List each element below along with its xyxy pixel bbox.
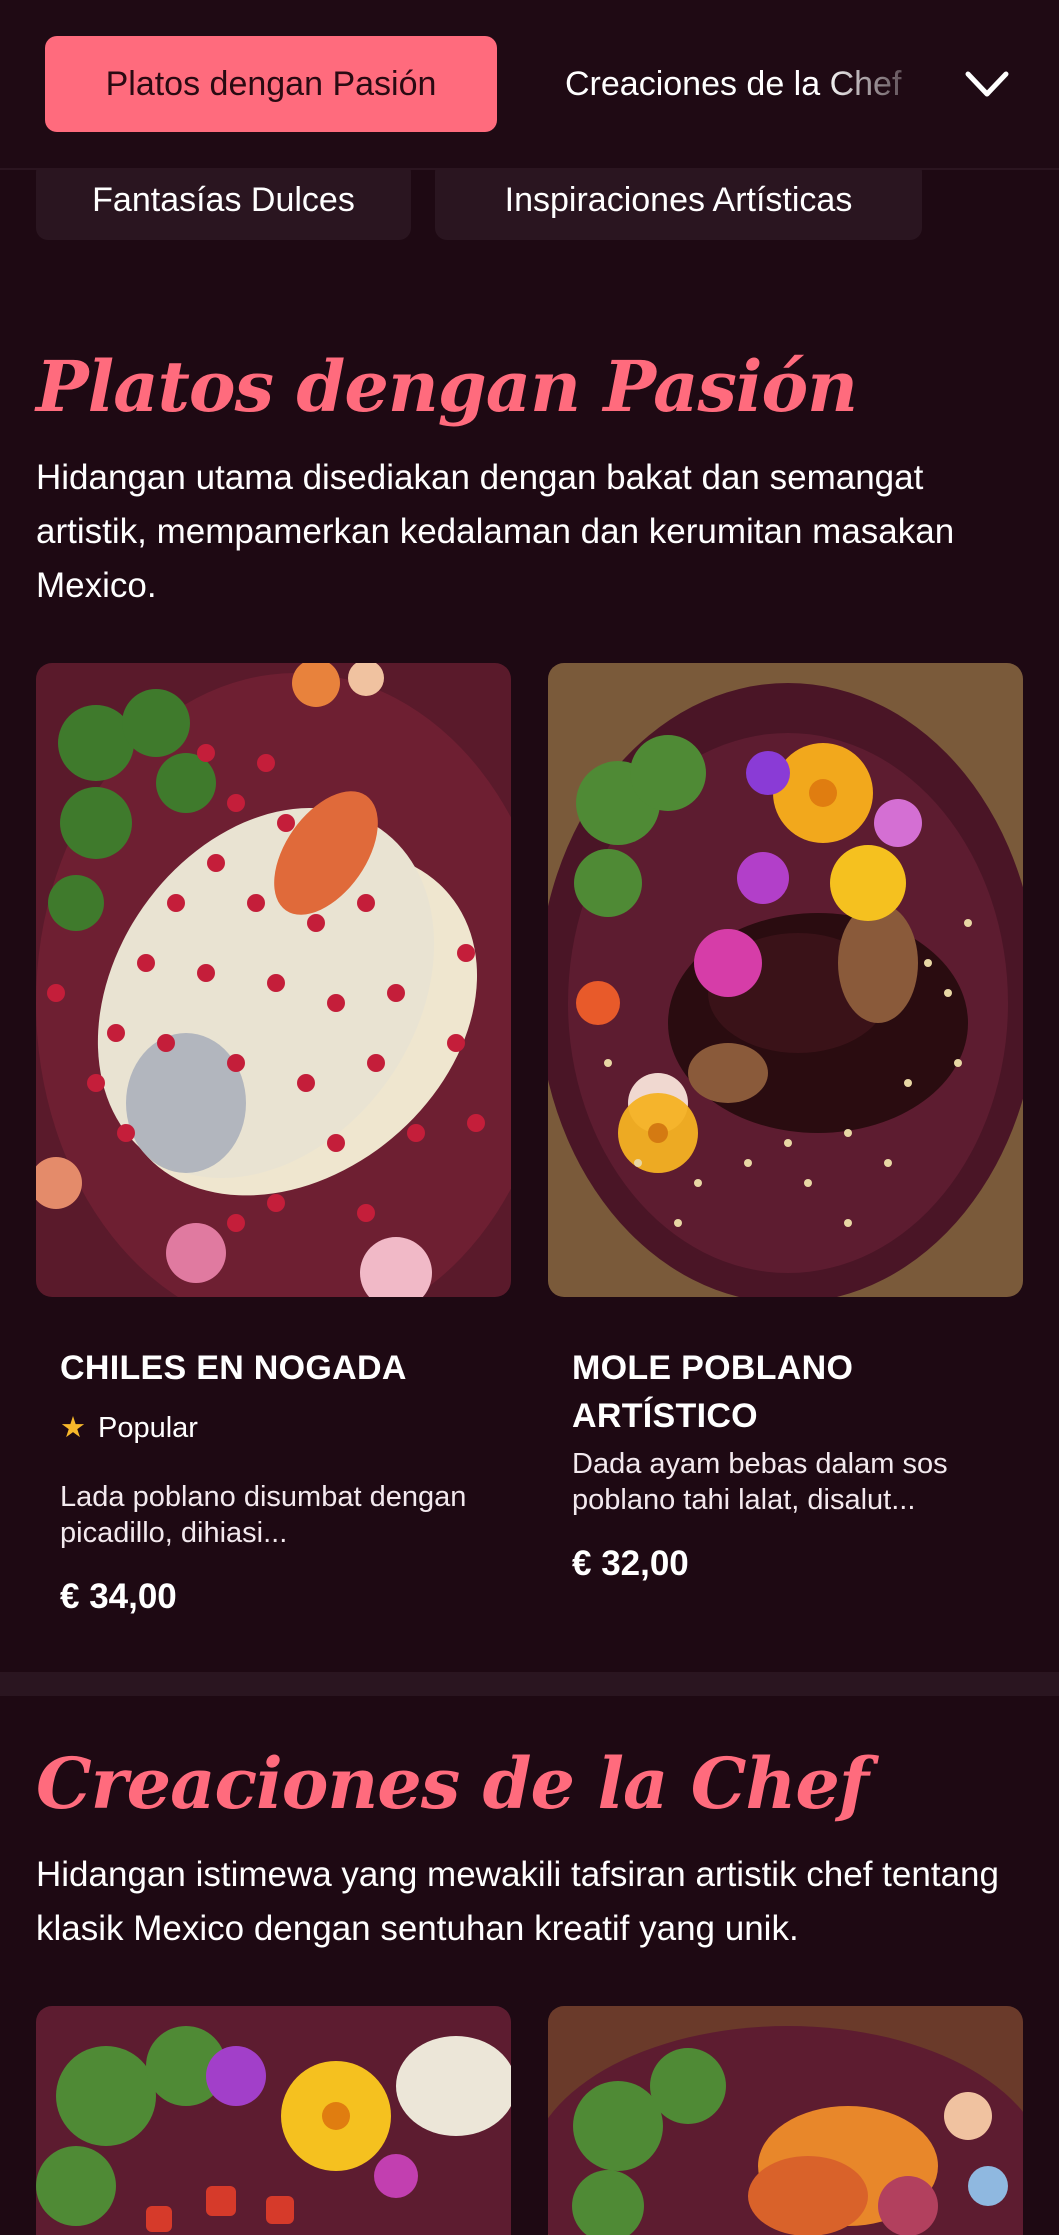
category-pill-fantasias[interactable]: Fantasías Dulces [36,160,411,240]
dish-price: € 32,00 [572,1544,689,1583]
section-description: Hidangan istimewa yang mewakili tafsiran… [36,1855,999,1948]
section-title: Creaciones de la Chef [36,1742,869,1825]
badge-label: Popular [98,1412,198,1444]
dish-image-mole[interactable] [548,663,1023,1297]
section-divider [0,1672,1059,1696]
dish-image-chiles[interactable] [36,663,511,1297]
dish-image-chef-2[interactable] [548,2006,1023,2235]
dish-image-chef-1[interactable] [36,2006,511,2235]
section-description: Hidangan utama disediakan dengan bakat d… [36,458,955,605]
category-pill-creaciones[interactable]: Creaciones de la Chef [565,36,935,132]
dish-description: Dada ayam bebas dalam sos poblano tahi l… [572,1448,948,1516]
category-pill-platos[interactable]: Platos dengan Pasión [45,36,497,132]
category-pill-inspiraciones[interactable]: Inspiraciones Artísticas [435,160,922,240]
chevron-down-icon[interactable] [962,62,1012,106]
dish-description: Lada poblano disumbat dengan picadillo, … [60,1481,467,1549]
dish-name[interactable]: MOLE POBLANO ARTÍSTICO [572,1344,992,1440]
category-nav: Platos dengan Pasión Creaciones de la Ch… [0,0,1059,170]
star-icon: ★ [60,1412,86,1444]
popular-badge: ★ Popular [60,1410,198,1445]
section-title: Platos dengan Pasión [36,345,858,428]
dish-name[interactable]: CHILES EN NOGADA [60,1344,480,1392]
dish-price: € 34,00 [60,1577,177,1616]
